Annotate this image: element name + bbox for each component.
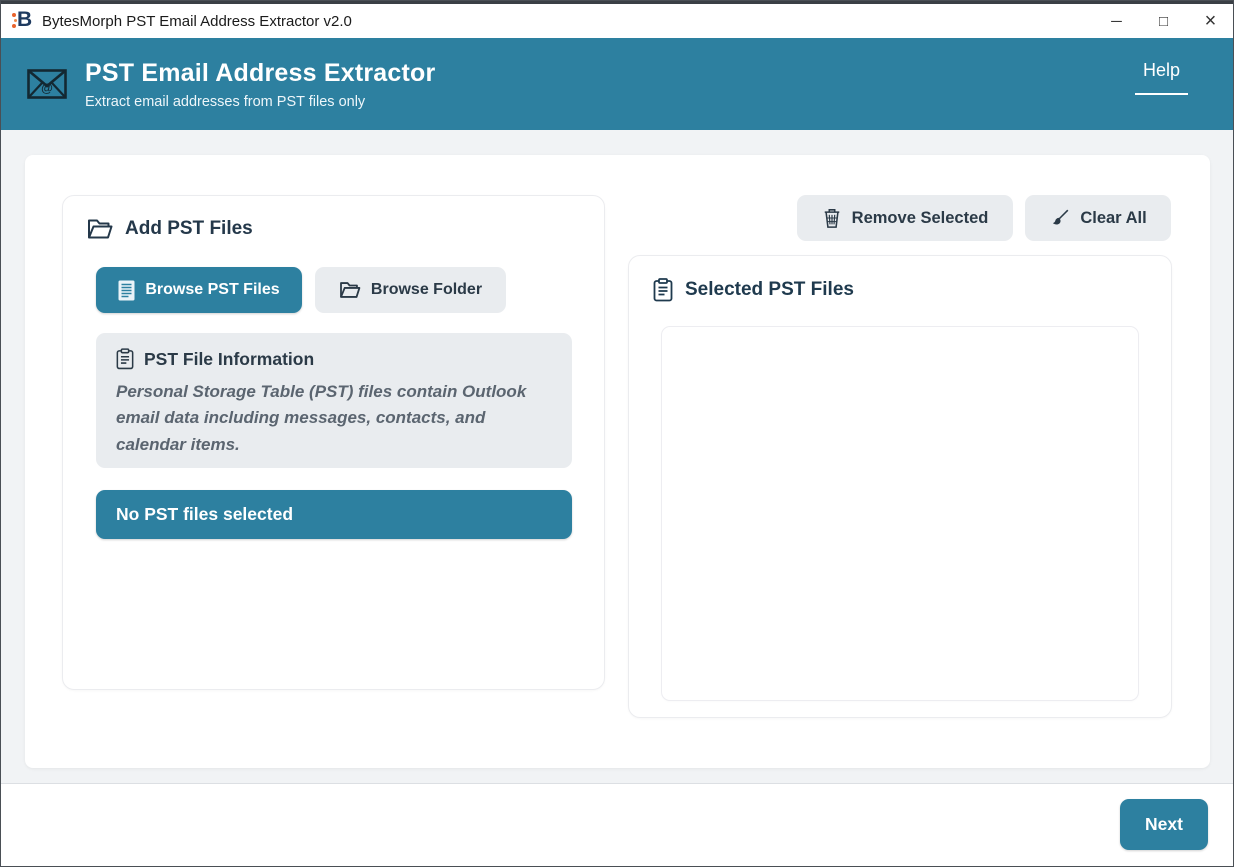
help-link[interactable]: Help bbox=[1135, 60, 1188, 95]
selected-pst-files-panel: Selected PST Files bbox=[628, 255, 1172, 718]
app-header: @ PST Email Address Extractor Extract em… bbox=[0, 38, 1234, 130]
next-button[interactable]: Next bbox=[1120, 799, 1208, 850]
remove-selected-label: Remove Selected bbox=[852, 209, 989, 228]
status-banner: No PST files selected bbox=[96, 490, 572, 539]
selected-pst-files-list[interactable] bbox=[661, 326, 1139, 701]
browse-folder-button[interactable]: Browse Folder bbox=[315, 267, 506, 313]
browse-pst-files-button[interactable]: Browse PST Files bbox=[96, 267, 302, 313]
brush-icon bbox=[1049, 208, 1070, 229]
window-title: BytesMorph PST Email Address Extractor v… bbox=[42, 13, 352, 30]
background-window-edge bbox=[0, 0, 1234, 4]
remove-selected-button[interactable]: Remove Selected bbox=[797, 195, 1013, 241]
info-box-body: Personal Storage Table (PST) files conta… bbox=[116, 379, 552, 458]
minimize-button[interactable]: ─ bbox=[1093, 4, 1140, 38]
selected-pst-files-title: Selected PST Files bbox=[685, 279, 854, 301]
info-box-title: PST File Information bbox=[144, 349, 314, 370]
titlebar: B BytesMorph PST Email Address Extractor… bbox=[0, 4, 1234, 38]
clear-all-label: Clear All bbox=[1080, 209, 1146, 228]
document-icon bbox=[118, 280, 135, 301]
browse-folder-label: Browse Folder bbox=[371, 281, 482, 299]
browse-pst-files-label: Browse PST Files bbox=[145, 281, 279, 299]
add-pst-files-title: Add PST Files bbox=[125, 218, 253, 240]
status-banner-text: No PST files selected bbox=[116, 504, 293, 525]
page-subtitle: Extract email addresses from PST files o… bbox=[85, 94, 435, 110]
envelope-at-icon: @ bbox=[27, 69, 67, 99]
folder-open-icon bbox=[87, 218, 113, 240]
clipboard-icon bbox=[116, 348, 134, 370]
app-logo-icon: B bbox=[12, 10, 34, 32]
window-controls: ─ □ × bbox=[1093, 4, 1234, 38]
page-title: PST Email Address Extractor bbox=[85, 59, 435, 88]
maximize-button[interactable]: □ bbox=[1140, 4, 1187, 38]
svg-text:@: @ bbox=[41, 81, 53, 95]
pst-file-information-box: PST File Information Personal Storage Ta… bbox=[96, 333, 572, 468]
trash-icon bbox=[822, 207, 842, 229]
close-button[interactable]: × bbox=[1187, 4, 1234, 38]
folder-icon bbox=[339, 281, 361, 299]
footer: Next bbox=[0, 783, 1234, 867]
clipboard-icon bbox=[653, 278, 673, 302]
clear-all-button[interactable]: Clear All bbox=[1025, 195, 1171, 241]
next-button-label: Next bbox=[1145, 814, 1183, 835]
